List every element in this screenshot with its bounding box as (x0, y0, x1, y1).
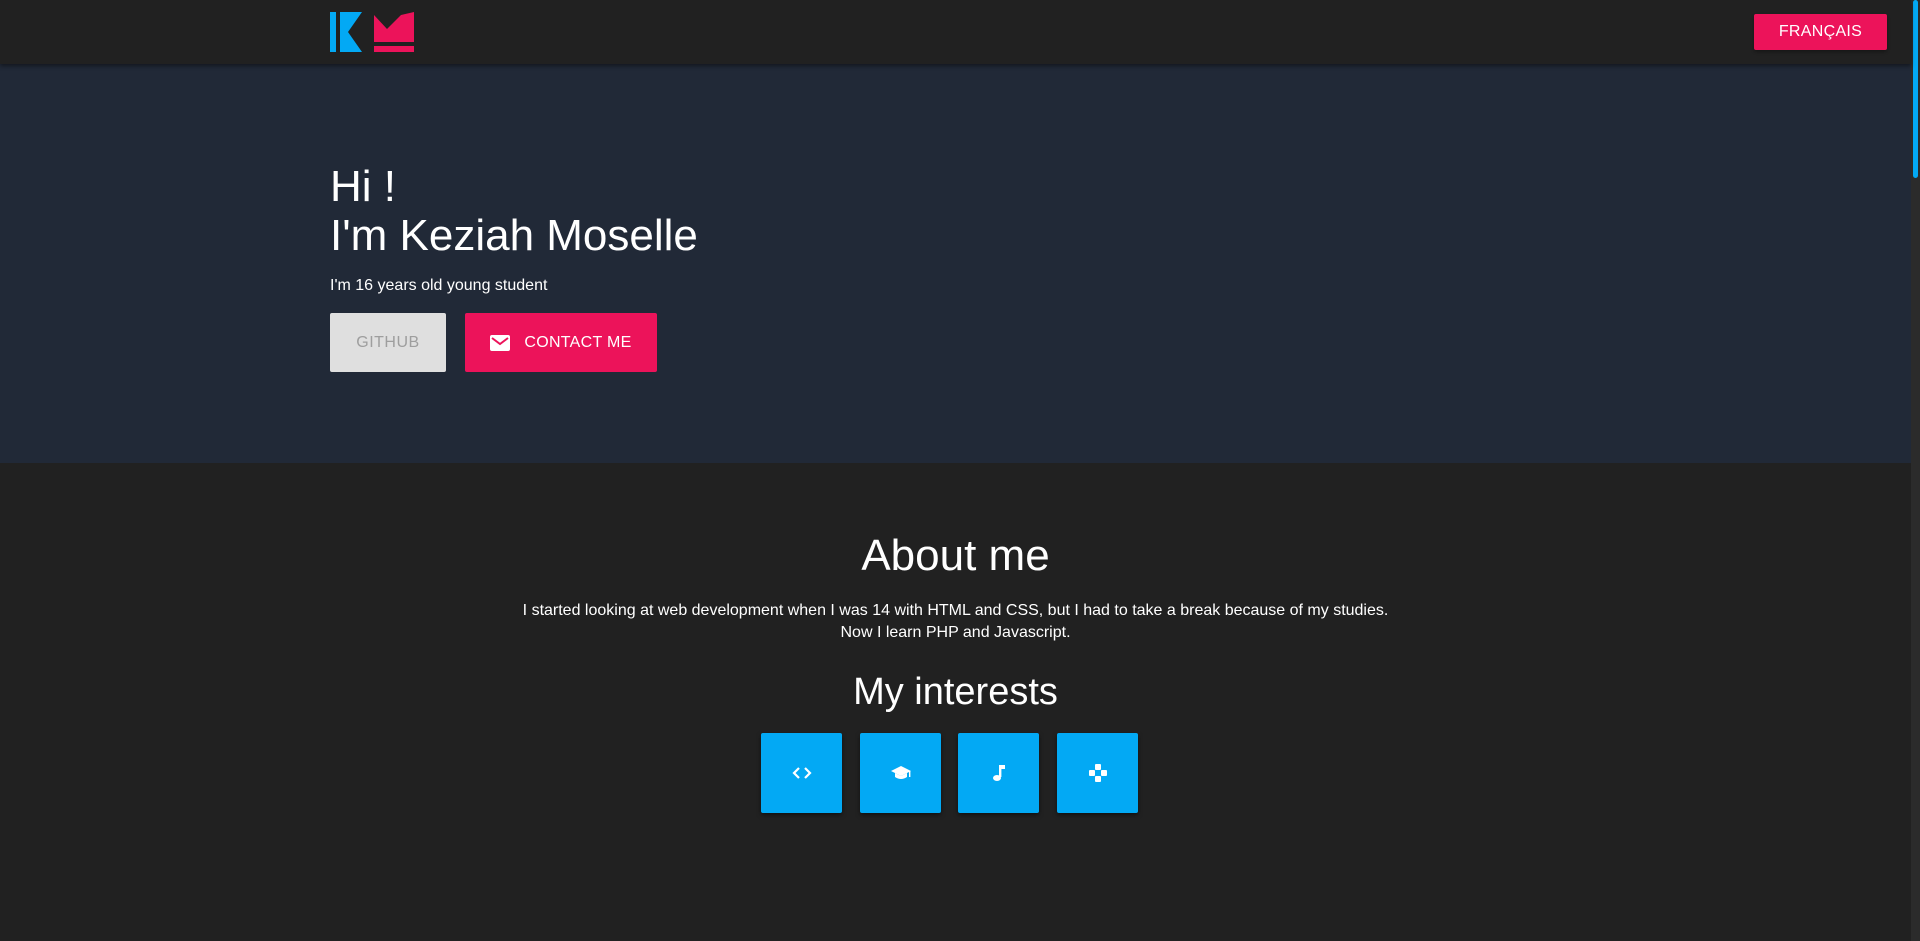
about-text-line-1: I started looking at web development whe… (522, 602, 1389, 619)
music-note-icon (992, 765, 1005, 781)
page-scrollbar[interactable] (1911, 0, 1920, 941)
about-text-line-2: Now I learn PHP and Javascript. (840, 624, 1071, 641)
contact-me-button[interactable]: CONTACT ME (465, 313, 657, 372)
github-button-label: GITHUB (356, 333, 420, 351)
interest-tile-gaming[interactable] (1057, 733, 1138, 813)
contact-me-label: CONTACT ME (524, 333, 632, 351)
about-description: I started looking at web development whe… (0, 600, 1911, 644)
top-navbar: FRANÇAIS (0, 0, 1911, 64)
page: FRANÇAIS Hi ! I'm Keziah Moselle I'm 16 … (0, 0, 1920, 941)
about-title: About me (861, 531, 1050, 580)
gamepad-icon (1088, 764, 1107, 782)
github-button[interactable]: GITHUB (330, 313, 446, 372)
interest-tile-music[interactable] (958, 733, 1039, 813)
scrollbar-thumb[interactable] (1913, 0, 1918, 178)
hero-greeting: Hi ! (330, 162, 396, 211)
hero-section: Hi ! I'm Keziah Moselle I'm 16 years old… (0, 64, 1911, 463)
graduation-cap-icon (890, 766, 911, 779)
about-section: About me I started looking at web develo… (0, 463, 1911, 941)
hero-subtitle: I'm 16 years old young student (330, 277, 548, 294)
code-icon (791, 767, 812, 779)
interest-tile-education[interactable] (860, 733, 941, 813)
interests-title: My interests (853, 671, 1058, 713)
km-monogram-logo[interactable] (330, 12, 414, 52)
language-toggle-button[interactable]: FRANÇAIS (1754, 14, 1887, 50)
hero-name-heading: I'm Keziah Moselle (330, 211, 698, 260)
interest-tile-code[interactable] (761, 733, 842, 813)
mail-icon (490, 334, 511, 351)
